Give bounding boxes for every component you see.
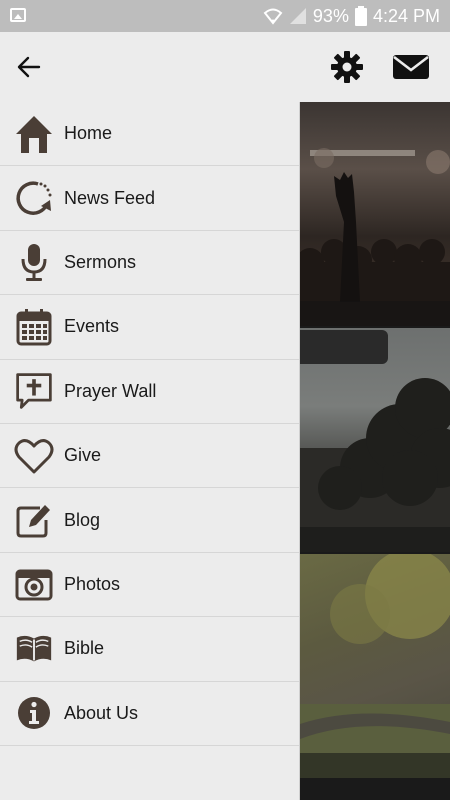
settings-button[interactable] — [330, 50, 364, 84]
menu-label: About Us — [64, 702, 139, 723]
signal-icon — [289, 8, 306, 24]
envelope-icon — [393, 55, 429, 79]
cross-speech-bubble-icon — [14, 369, 54, 413]
menu-item-photos[interactable]: Photos — [0, 553, 299, 618]
image-notification-icon — [10, 8, 26, 22]
menu-label: Sermons — [64, 251, 137, 272]
clock-time: 4:24 PM — [372, 5, 440, 26]
battery-icon — [354, 6, 367, 26]
wifi-icon — [263, 8, 283, 25]
menu-item-home[interactable]: Home — [0, 102, 299, 167]
info-icon — [14, 691, 54, 735]
battery-percent: 93% — [312, 5, 349, 26]
menu-item-events[interactable]: Events — [0, 295, 299, 360]
menu-item-prayer-wall[interactable]: Prayer Wall — [0, 360, 299, 424]
card-footer — [300, 301, 450, 326]
back-button[interactable] — [14, 52, 44, 82]
content-behind-drawer — [300, 102, 450, 800]
navigation-drawer: Home News Feed Sermons Events Prayer Wal… — [0, 102, 300, 800]
menu-item-news-feed[interactable]: News Feed — [0, 166, 299, 231]
camera-icon — [14, 562, 54, 606]
menu-label: Blog — [64, 509, 101, 530]
calendar-icon — [14, 305, 54, 349]
menu-label: Photos — [64, 573, 121, 594]
microphone-icon — [14, 240, 54, 284]
card-footer — [300, 527, 450, 552]
open-book-icon — [14, 627, 54, 671]
gear-icon — [331, 51, 363, 83]
menu-label: News Feed — [64, 187, 156, 208]
house-icon — [14, 112, 54, 156]
menu-label: Give — [64, 445, 102, 466]
arrow-left-icon — [17, 56, 41, 78]
menu-label: Prayer Wall — [64, 380, 157, 401]
outdoor-image-card[interactable] — [300, 549, 450, 778]
refresh-feed-icon — [14, 176, 54, 220]
edit-pencil-icon — [14, 498, 54, 542]
menu-item-sermons[interactable]: Sermons — [0, 231, 299, 296]
status-bar: 93% 4:24 PM — [0, 0, 450, 32]
menu-label: Home — [64, 123, 113, 144]
status-bar-right: 93% 4:24 PM — [263, 5, 440, 27]
menu-item-bible[interactable]: Bible — [0, 617, 299, 682]
heart-icon — [14, 434, 54, 478]
menu-item-give[interactable]: Give — [0, 424, 299, 489]
menu-item-about-us[interactable]: About Us — [0, 682, 299, 746]
menu-label: Bible — [64, 638, 105, 659]
card-title-overlay — [300, 330, 388, 364]
menu-item-blog[interactable]: Blog — [0, 488, 299, 553]
worship-image-card[interactable] — [300, 102, 450, 326]
card-footer — [300, 753, 450, 778]
messages-button[interactable] — [392, 52, 430, 82]
app-bar — [0, 32, 450, 102]
menu-label: Events — [64, 316, 120, 337]
